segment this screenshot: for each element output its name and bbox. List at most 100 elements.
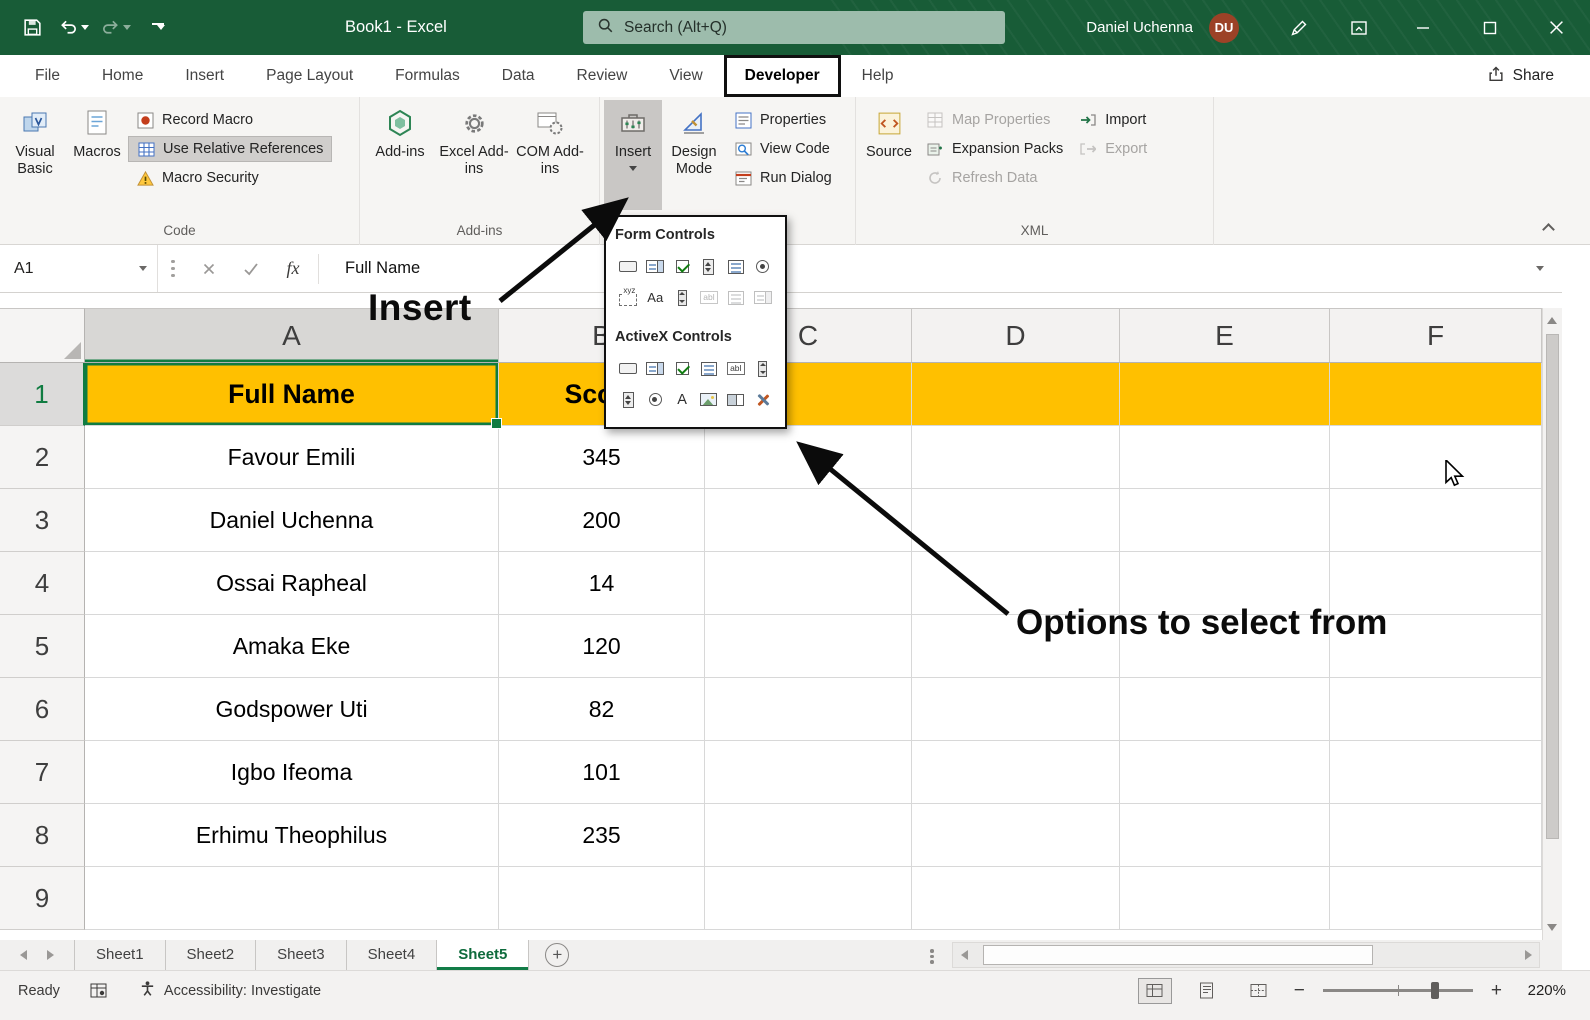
cell[interactable] [912, 804, 1120, 867]
cell[interactable] [1330, 804, 1542, 867]
cell[interactable] [912, 741, 1120, 804]
horizontal-scrollbar[interactable] [952, 942, 1540, 968]
sheet-tab[interactable]: Sheet1 [75, 940, 166, 970]
inking-pen-icon[interactable] [1269, 0, 1329, 55]
cell[interactable] [1330, 489, 1542, 552]
page-break-preview-icon[interactable] [1242, 978, 1276, 1004]
share-button[interactable]: Share [1487, 55, 1554, 97]
cell[interactable]: 14 [499, 552, 705, 615]
row-header[interactable]: 3 [0, 489, 85, 552]
zoom-out-icon[interactable] [1294, 980, 1305, 1002]
page-layout-view-icon[interactable] [1190, 978, 1224, 1004]
column-header[interactable]: F [1330, 308, 1542, 363]
insert-function-button[interactable]: fx [272, 245, 314, 292]
redo-button[interactable] [98, 10, 134, 46]
cell[interactable] [499, 867, 705, 930]
cell[interactable]: Igbo Ifeoma [85, 741, 499, 804]
com-add-ins-button[interactable]: COM Add-ins [512, 100, 588, 210]
ribbon-tab[interactable]: Help [841, 55, 915, 97]
name-box[interactable]: A1 [0, 245, 158, 292]
cell[interactable] [705, 804, 912, 867]
row-header[interactable]: 9 [0, 867, 85, 930]
cell[interactable]: Daniel Uchenna [85, 489, 499, 552]
cell[interactable]: Erhimu Theophilus [85, 804, 499, 867]
import-button[interactable]: Import [1071, 107, 1155, 133]
row-header[interactable]: 4 [0, 552, 85, 615]
cell[interactable] [705, 615, 912, 678]
cell[interactable]: 82 [499, 678, 705, 741]
form-label-icon[interactable] [642, 282, 669, 313]
zoom-slider[interactable] [1323, 989, 1473, 992]
excel-add-ins-button[interactable]: Excel Add-ins [436, 100, 512, 210]
cell[interactable] [912, 678, 1120, 741]
form-check-box-icon[interactable] [669, 251, 696, 282]
cell[interactable] [1120, 426, 1330, 489]
ribbon-tab[interactable]: Page Layout [245, 55, 374, 97]
cell[interactable] [1120, 804, 1330, 867]
ribbon-tab[interactable]: Review [556, 55, 649, 97]
expansion-packs-button[interactable]: Expansion Packs [918, 136, 1071, 162]
run-dialog-button[interactable]: Run Dialog [726, 165, 840, 191]
scroll-up-icon[interactable] [1547, 317, 1557, 324]
activex-spin-button-icon[interactable] [615, 384, 642, 415]
ribbon-tab[interactable]: Data [481, 55, 556, 97]
macro-security-button[interactable]: Macro Security [128, 165, 332, 191]
column-header[interactable]: D [912, 308, 1120, 363]
use-relative-references-button[interactable]: Use Relative References [128, 136, 332, 162]
name-box-dropdown-icon[interactable] [139, 266, 147, 271]
insert-controls-button[interactable]: Insert [604, 100, 662, 210]
row-header[interactable]: 1 [0, 363, 85, 426]
record-macro-button[interactable]: Record Macro [128, 107, 332, 133]
ribbon-tab[interactable]: Insert [164, 55, 245, 97]
form-text-field-icon[interactable] [696, 282, 723, 313]
cell[interactable] [705, 489, 912, 552]
search-box[interactable]: Search (Alt+Q) [583, 11, 1005, 44]
sheet-tab[interactable]: Sheet2 [166, 940, 257, 970]
next-sheet-icon[interactable] [47, 950, 54, 960]
form-scroll-bar-icon[interactable] [669, 282, 696, 313]
ribbon-tab[interactable]: File [14, 55, 81, 97]
previous-sheet-icon[interactable] [20, 950, 27, 960]
cell[interactable] [1120, 678, 1330, 741]
visual-basic-button[interactable]: Visual Basic [4, 100, 66, 210]
zoom-in-icon[interactable] [1491, 980, 1502, 1002]
form-button-icon[interactable] [615, 251, 642, 282]
add-ins-button[interactable]: Add-ins [364, 100, 436, 210]
redo-dropdown-icon[interactable] [123, 25, 131, 30]
column-header[interactable]: E [1120, 308, 1330, 363]
cell[interactable]: Amaka Eke [85, 615, 499, 678]
form-spin-button-icon[interactable] [696, 251, 723, 282]
normal-view-icon[interactable] [1138, 978, 1172, 1004]
scroll-down-icon[interactable] [1547, 924, 1557, 931]
new-sheet-button[interactable] [545, 943, 569, 967]
cancel-icon[interactable] [188, 245, 230, 292]
form-option-button-icon[interactable] [749, 251, 776, 282]
form-combo-dropdown-edit-icon[interactable] [749, 282, 776, 313]
ribbon-tab[interactable]: Formulas [374, 55, 481, 97]
formula-bar-drag-handle[interactable] [158, 267, 188, 271]
formula-bar-value[interactable]: Full Name [323, 259, 1518, 278]
enter-check-icon[interactable] [230, 245, 272, 292]
zoom-slider-handle[interactable] [1431, 982, 1439, 999]
scroll-left-icon[interactable] [953, 950, 975, 960]
form-group-box-icon[interactable] [615, 282, 642, 313]
minimize-button[interactable] [1389, 0, 1456, 55]
form-combo-list-edit-icon[interactable] [722, 282, 749, 313]
sheet-tab[interactable]: Sheet4 [347, 940, 438, 970]
cell[interactable] [1330, 363, 1542, 426]
row-header[interactable]: 8 [0, 804, 85, 867]
macro-record-icon[interactable] [90, 982, 107, 999]
activex-command-button-icon[interactable] [615, 353, 642, 384]
cell[interactable] [85, 867, 499, 930]
cell[interactable]: Ossai Rapheal [85, 552, 499, 615]
cell[interactable]: 101 [499, 741, 705, 804]
row-header[interactable]: 6 [0, 678, 85, 741]
cell[interactable]: 235 [499, 804, 705, 867]
cell[interactable] [912, 489, 1120, 552]
cell[interactable] [1330, 867, 1542, 930]
user-name[interactable]: Daniel Uchenna [1086, 19, 1193, 36]
row-header[interactable]: 5 [0, 615, 85, 678]
activex-list-box-icon[interactable] [696, 353, 723, 384]
close-button[interactable] [1523, 0, 1590, 55]
cell[interactable]: 200 [499, 489, 705, 552]
